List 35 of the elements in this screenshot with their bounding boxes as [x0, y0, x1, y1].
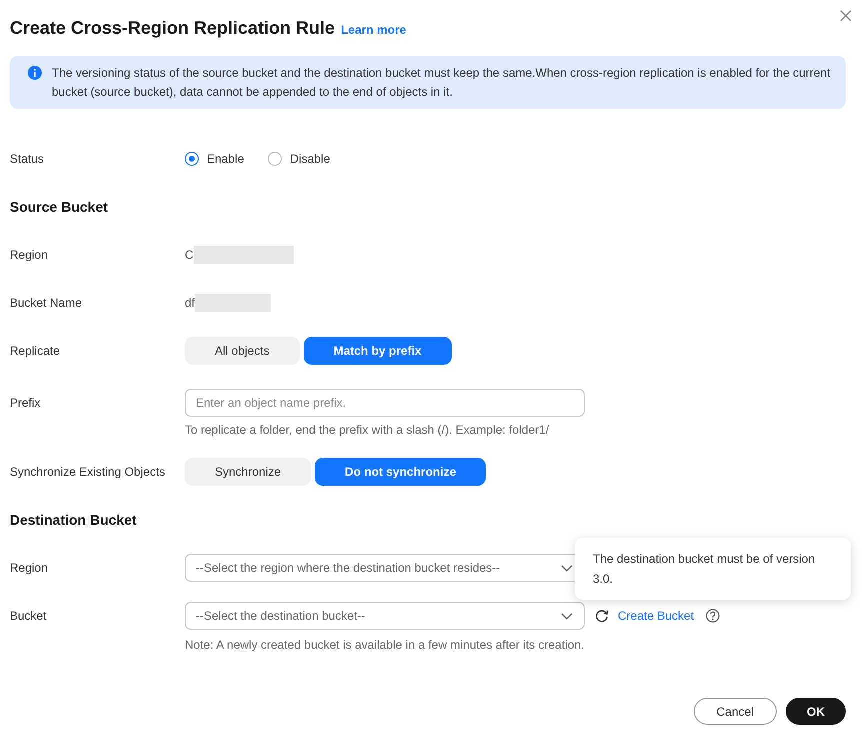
bucket-select[interactable]: --Select the destination bucket-- — [185, 602, 585, 630]
create-bucket-link[interactable]: Create Bucket — [618, 609, 694, 623]
section-heading: Destination Bucket — [10, 511, 138, 530]
segment-button[interactable]: Do not synchronize — [315, 458, 486, 486]
field-label: Bucket Name — [10, 296, 84, 310]
field-label: Status — [10, 152, 46, 166]
field-label: Region — [10, 248, 50, 262]
segment-button[interactable]: Synchronize — [185, 458, 312, 486]
help-icon — [706, 609, 720, 623]
ok-button[interactable]: OK — [786, 698, 846, 725]
radio-label[interactable]: Enable — [207, 152, 244, 166]
field-value: df — [185, 296, 196, 310]
field-value: C — [185, 248, 194, 262]
notice-text: The versioning status of the source bucket and the destination bucket must keep the same.When cross-region replication is enabled for the current bucket (source bucket), data cannot be appended to the end of objects in it. — [52, 65, 832, 101]
tooltip: The destination bucket must be of version 3.0. — [575, 538, 851, 600]
learn-more-link[interactable]: Learn more — [341, 23, 406, 37]
note-text: Note: A newly created bucket is available in a few minutes after its creation. — [185, 638, 586, 653]
refresh-icon[interactable] — [595, 609, 609, 623]
prefix-input[interactable]: Enter an object name prefix. — [185, 389, 585, 417]
radio-label[interactable]: Disable — [290, 152, 330, 166]
section-heading: Source Bucket — [10, 198, 110, 217]
field-label: Replicate — [10, 344, 62, 358]
info-icon — [28, 66, 42, 80]
dialog-title: Create Cross-Region Replication Rule — [10, 18, 336, 39]
radio-button[interactable] — [268, 152, 282, 166]
hint-text: To replicate a folder, end the prefix with a slash (/). Example: folder1/ — [185, 423, 550, 438]
segment-button[interactable]: All objects — [185, 337, 300, 365]
segment-button[interactable]: Match by prefix — [304, 337, 452, 365]
radio-button[interactable] — [185, 152, 199, 166]
close-icon[interactable] — [840, 10, 852, 22]
field-label: Region — [10, 561, 50, 575]
field-label: Bucket — [10, 609, 48, 623]
field-label: Prefix — [10, 396, 42, 410]
cancel-button[interactable]: Cancel — [694, 698, 777, 725]
field-label: Synchronize Existing Objects — [10, 465, 166, 479]
